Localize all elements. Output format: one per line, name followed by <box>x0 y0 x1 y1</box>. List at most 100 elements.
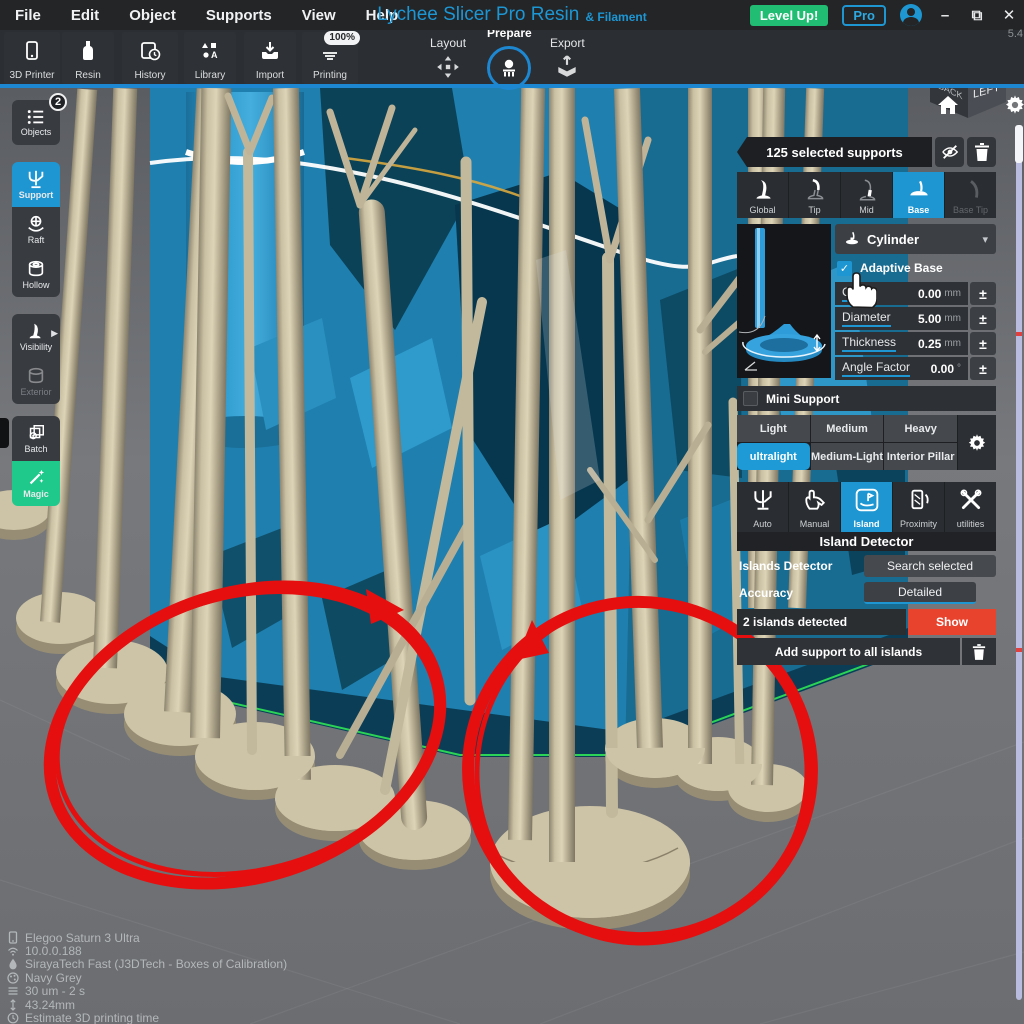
toolbar-accent-line <box>0 84 1024 88</box>
import-icon <box>258 39 282 63</box>
menu-object[interactable]: Object <box>114 7 191 24</box>
delete-islands-button[interactable] <box>962 638 996 665</box>
tab-proximity[interactable]: Proximity <box>893 482 944 532</box>
density-heavy[interactable]: Heavy <box>884 415 957 442</box>
cone-stepper[interactable]: ± <box>970 282 996 305</box>
density-settings-button[interactable] <box>958 415 996 470</box>
printing-progress-badge: 100% <box>324 31 360 45</box>
printing-button[interactable]: 100% Printing <box>302 32 358 84</box>
status-print-time[interactable]: Estimate 3D printing time <box>7 1011 287 1024</box>
support-base-tip-icon <box>958 177 984 203</box>
angle-factor-stepper[interactable]: ± <box>970 357 996 380</box>
tab-prepare[interactable]: Prepare <box>487 26 532 90</box>
status-resin: SirayaTech Fast (J3DTech - Boxes of Cali… <box>7 958 287 971</box>
viewport-settings-button[interactable] <box>1004 94 1024 121</box>
diameter-stepper[interactable]: ± <box>970 307 996 330</box>
eye-off-icon <box>940 143 960 161</box>
density-interior-pillar[interactable]: Interior Pillar <box>884 443 957 470</box>
color-icon <box>7 972 19 984</box>
search-selected-button[interactable]: Search selected <box>864 555 996 577</box>
tab-manual[interactable]: Manual <box>789 482 840 532</box>
printer-icon <box>20 39 44 63</box>
menu-supports[interactable]: Supports <box>191 7 287 24</box>
minimize-button[interactable]: – <box>936 7 954 24</box>
home-view-button[interactable] <box>936 94 960 121</box>
sidebar-item-visibility[interactable]: ▶ Visibility <box>12 314 60 359</box>
sidebar-item-magic[interactable]: Magic <box>12 461 60 506</box>
base-shape-select[interactable]: Cylinder ▾ <box>835 224 996 254</box>
density-medium-light[interactable]: Medium-Light <box>811 443 884 470</box>
tab-base-tip[interactable]: Base Tip <box>945 172 996 218</box>
cylinder-shape-icon <box>843 230 861 248</box>
angle-factor-field: Angle Factor0.00° ± <box>835 357 996 380</box>
wifi-icon <box>7 945 19 957</box>
prepare-support-icon <box>497 56 521 80</box>
selected-supports-header: 125 selected supports <box>737 137 932 167</box>
support-tip-icon <box>802 177 828 203</box>
printer-button[interactable]: 3D Printer <box>4 32 60 84</box>
pro-button[interactable]: Pro <box>842 5 886 26</box>
tab-base[interactable]: Base <box>893 172 944 218</box>
sidebar-item-objects[interactable]: 2 Objects <box>12 100 60 145</box>
sidebar-item-raft[interactable]: Raft <box>12 207 60 252</box>
svg-text:A: A <box>211 50 218 60</box>
mini-support-checkbox[interactable] <box>743 391 758 406</box>
scrollbar-thumb[interactable] <box>1015 125 1023 163</box>
status-height: 43.24mm <box>7 998 287 1011</box>
resin-button[interactable]: Resin <box>62 32 114 84</box>
density-light[interactable]: Light <box>737 415 810 442</box>
tab-mid[interactable]: Mid <box>841 172 892 218</box>
status-color: Navy Grey <box>7 971 287 984</box>
accuracy-label: Accuracy <box>737 586 860 600</box>
sidebar-item-batch[interactable]: Batch <box>12 416 60 461</box>
hide-supports-button[interactable] <box>935 137 964 167</box>
scrollbar-marker <box>1016 648 1022 652</box>
tab-global[interactable]: Global <box>737 172 788 218</box>
sidebar-item-support[interactable]: Support <box>12 162 60 207</box>
resin-icon <box>76 39 100 63</box>
visibility-icon <box>25 321 47 341</box>
tab-island[interactable]: Island <box>841 482 892 532</box>
tab-utilities[interactable]: utilities <box>945 482 996 532</box>
chevron-down-icon: ▾ <box>982 233 988 246</box>
level-up-button[interactable]: Level Up! <box>750 5 829 26</box>
thickness-field: Thickness0.25mm ± <box>835 332 996 355</box>
sidebar-item-hollow[interactable]: Hollow <box>12 252 60 297</box>
status-network: 10.0.0.188 <box>7 944 287 957</box>
add-support-all-islands-button[interactable]: Add support to all islands <box>737 638 960 665</box>
gear-icon <box>967 433 987 453</box>
close-button[interactable]: ✕ <box>1000 6 1018 24</box>
trash-icon <box>974 143 990 161</box>
thickness-stepper[interactable]: ± <box>970 332 996 355</box>
support-base-icon <box>906 177 932 203</box>
adaptive-base-row: ✓ Adaptive Base <box>835 256 996 280</box>
print-status-summary: Elegoo Saturn 3 Ultra 10.0.0.188 SirayaT… <box>7 931 287 1024</box>
delete-supports-button[interactable] <box>967 137 996 167</box>
tab-export[interactable]: Export <box>550 36 585 80</box>
accuracy-detailed-button[interactable]: Detailed <box>864 582 976 604</box>
menu-file[interactable]: File <box>0 7 56 24</box>
resin-drop-icon <box>7 958 19 970</box>
menu-view[interactable]: View <box>287 7 351 24</box>
magic-wand-icon <box>25 468 47 488</box>
fullscreen-button[interactable]: ⧉ <box>968 7 986 24</box>
density-medium[interactable]: Medium <box>811 415 884 442</box>
tab-tip[interactable]: Tip <box>789 172 840 218</box>
density-ultralight[interactable]: ultralight <box>737 443 810 470</box>
status-layer: 30 um - 2 s <box>7 985 287 998</box>
tab-auto[interactable]: Auto <box>737 482 788 532</box>
menu-help[interactable]: Help <box>351 7 414 24</box>
menu-edit[interactable]: Edit <box>56 7 114 24</box>
user-avatar[interactable] <box>900 4 922 26</box>
sidebar-item-exterior[interactable]: Exterior <box>12 359 60 404</box>
show-islands-button[interactable]: Show <box>908 609 996 635</box>
panel-scrollbar[interactable] <box>1016 125 1022 1000</box>
collapsed-panel-handle[interactable] <box>0 418 9 448</box>
toolbar: 3D Printer Resin History A Library Impor… <box>0 30 1024 86</box>
import-button[interactable]: Import <box>244 32 296 84</box>
history-button[interactable]: History <box>122 32 178 84</box>
islands-detected-label: 2 islands detected <box>737 609 906 635</box>
export-icon <box>554 54 580 80</box>
library-button[interactable]: A Library <box>184 32 236 84</box>
tab-layout[interactable]: Layout <box>430 36 466 80</box>
